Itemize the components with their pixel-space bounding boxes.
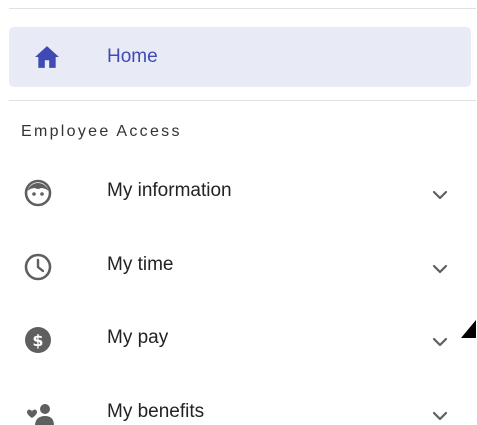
my-pay-label: My pay [107, 327, 169, 348]
face-icon [24, 179, 52, 207]
section-divider [9, 100, 476, 101]
chevron-down-icon[interactable] [428, 404, 452, 425]
nav-item-my-information[interactable]: My information [9, 163, 471, 219]
navigation-panel: Home Employee Access My information My t… [0, 0, 477, 425]
my-information-label: My information [107, 180, 232, 201]
top-divider [9, 8, 476, 9]
dollar-coin-icon: $ [25, 327, 51, 353]
my-time-label: My time [107, 254, 174, 275]
chevron-down-icon[interactable] [428, 183, 452, 207]
people-heart-icon [27, 404, 54, 425]
nav-item-my-time[interactable]: My time [9, 237, 471, 293]
section-title: Employee Access [21, 123, 182, 140]
chevron-down-icon[interactable] [428, 257, 452, 281]
clock-icon [24, 253, 52, 281]
chevron-down-icon[interactable] [428, 330, 452, 354]
mouse-pointer-icon [461, 320, 476, 338]
home-label: Home [107, 46, 158, 67]
nav-item-my-pay[interactable]: $ My pay [9, 310, 471, 366]
my-benefits-label: My benefits [107, 401, 205, 422]
home-icon [35, 46, 59, 68]
svg-text:$: $ [32, 331, 43, 350]
nav-item-my-benefits[interactable]: My benefits [9, 384, 471, 425]
nav-item-home[interactable]: Home [9, 27, 471, 87]
